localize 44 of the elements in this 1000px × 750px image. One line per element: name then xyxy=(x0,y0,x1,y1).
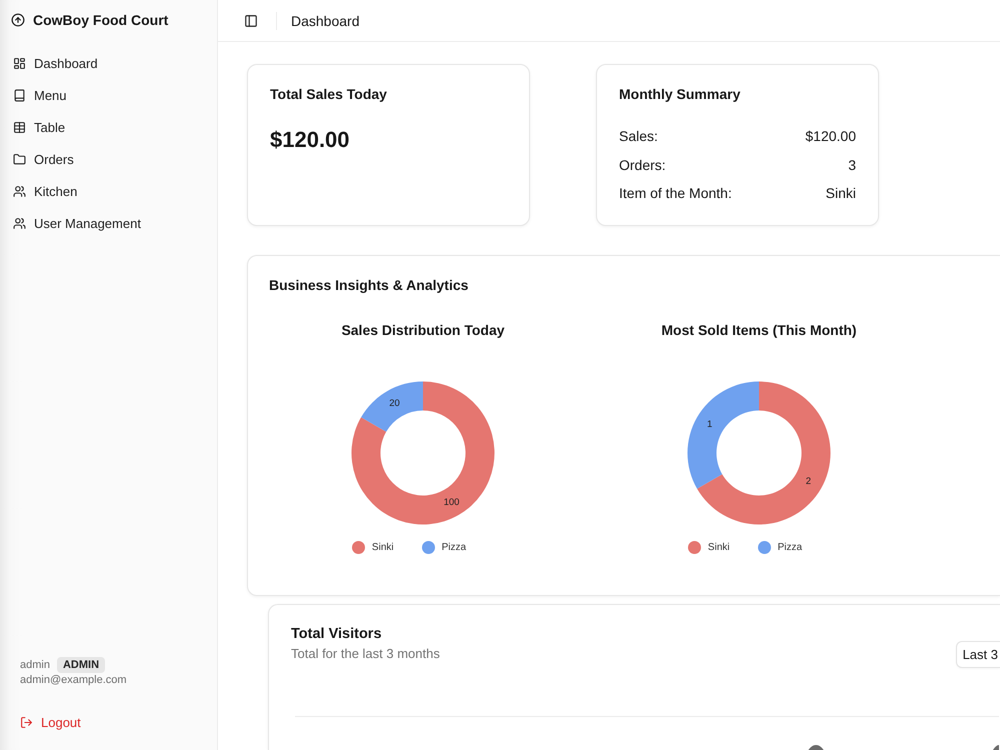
summary-value: Sinki xyxy=(826,184,856,203)
legend-label: Pizza xyxy=(442,542,466,552)
user-name: admin xyxy=(20,659,50,671)
nav-item[interactable]: Table xyxy=(6,111,211,143)
logout-icon xyxy=(20,716,33,728)
card-subtitle: Total for the last 3 months xyxy=(291,646,440,662)
arrow-up-circle-icon xyxy=(11,13,25,27)
book-icon xyxy=(13,88,26,102)
nav-item[interactable]: Orders xyxy=(6,143,211,175)
range-select[interactable]: Last 3 xyxy=(956,641,1000,668)
card-title: Business Insights & Analytics xyxy=(268,276,470,294)
chart-title: Most Sold Items (This Month) xyxy=(661,321,857,340)
summary-value: $120.00 xyxy=(805,127,856,146)
summary-label: Orders: xyxy=(619,156,666,174)
panel-left-icon xyxy=(244,14,258,28)
layout-grid-icon xyxy=(13,56,26,70)
summary-label: Item of the Month: xyxy=(619,184,732,203)
sales-value: $120.00 xyxy=(270,127,351,153)
card-title: Total Visitors xyxy=(291,625,383,643)
card-title: Monthly Summary xyxy=(619,85,742,103)
users-icon xyxy=(13,184,26,198)
summary-value: 3 xyxy=(848,156,856,174)
nav-item[interactable]: Menu xyxy=(6,79,211,111)
chart-title: Sales Distribution Today xyxy=(341,321,505,340)
summary-label: Sales: xyxy=(619,127,658,146)
data-label: 100 xyxy=(444,496,460,508)
user-email: admin@example.com xyxy=(20,674,128,686)
nav-item[interactable]: Dashboard xyxy=(6,47,211,79)
data-label: 1 xyxy=(707,419,712,430)
data-label: 20 xyxy=(389,398,400,410)
table-icon xyxy=(13,120,26,134)
nav-item[interactable]: Kitchen xyxy=(6,175,211,207)
users-icon xyxy=(13,216,26,230)
folder-icon xyxy=(13,152,26,166)
legend-label: Pizza xyxy=(778,542,802,552)
card-title: Total Sales Today xyxy=(270,85,388,103)
role-badge: ADMIN xyxy=(56,657,106,673)
nav-item[interactable]: User Management xyxy=(6,207,211,239)
legend-label: Sinki xyxy=(372,542,394,552)
legend-label: Sinki xyxy=(708,542,730,552)
data-label: 2 xyxy=(806,476,811,487)
brand-name: CowBoy Food Court xyxy=(33,12,168,28)
page-title: Dashboard xyxy=(291,12,360,28)
logout-button[interactable]: Logout xyxy=(14,708,87,736)
